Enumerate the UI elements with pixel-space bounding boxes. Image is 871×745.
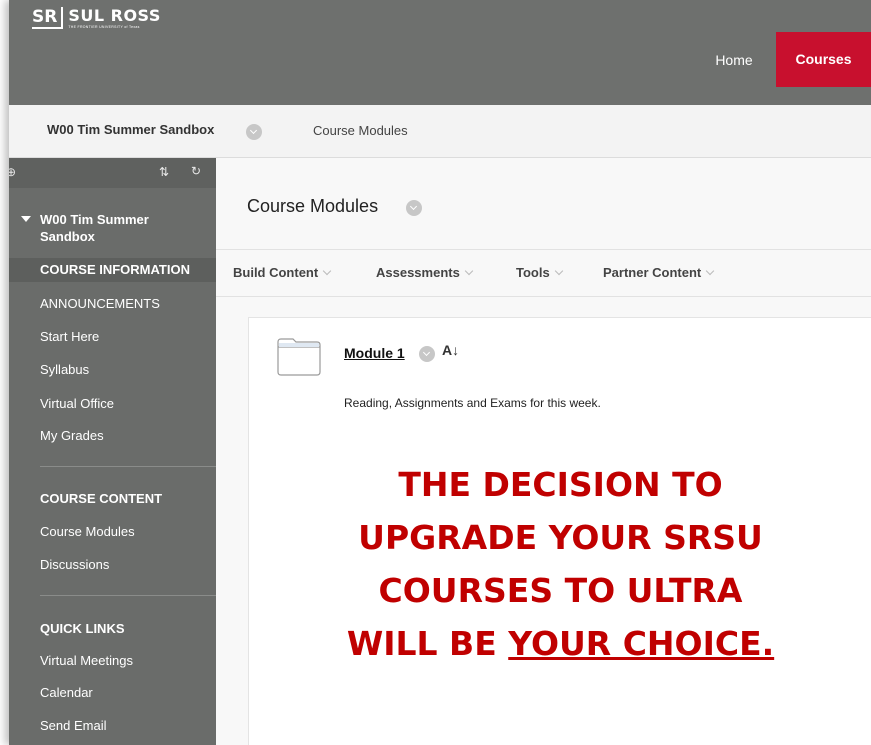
logo-name: SUL ROSS <box>68 6 161 25</box>
sidebar-item-calendar[interactable]: Calendar <box>40 685 93 700</box>
chevron-down-icon <box>464 266 474 276</box>
overlay-line-2: UPGRADE YOUR SRSU <box>358 518 763 557</box>
nav-home-link[interactable]: Home <box>701 45 767 75</box>
chevron-down-icon <box>705 266 715 276</box>
breadcrumb-menu-chevron-icon[interactable] <box>246 124 262 140</box>
sidebar-heading-course-information: COURSE INFORMATION <box>40 262 190 277</box>
action-bar: Build Content Assessments Tools Partner … <box>216 249 871 297</box>
assessments-label: Assessments <box>376 265 460 280</box>
build-content-label: Build Content <box>233 265 319 280</box>
breadcrumb: W00 Tim Summer Sandbox Course Modules <box>9 105 871 158</box>
logo-text: SUL ROSS THE FRONTIER UNIVERSITY of Texa… <box>68 7 161 30</box>
sidebar-divider <box>40 466 216 467</box>
nav-courses-tab[interactable]: Courses <box>776 32 871 87</box>
sidebar-item-send-email[interactable]: Send Email <box>40 718 106 733</box>
build-content-menu[interactable]: Build Content <box>233 265 332 280</box>
app-window: SR SUL ROSS THE FRONTIER UNIVERSITY of T… <box>9 0 871 745</box>
module-description: Reading, Assignments and Exams for this … <box>344 396 601 410</box>
accessibility-sort-icon[interactable]: A↓ <box>442 342 459 358</box>
folder-icon <box>277 338 321 376</box>
partner-content-menu[interactable]: Partner Content <box>603 265 715 280</box>
sidebar-heading-course-content: COURSE CONTENT <box>40 491 163 506</box>
module-menu-chevron-icon[interactable] <box>419 346 435 362</box>
overlay-line-1: THE DECISION TO <box>398 465 723 504</box>
top-bar: SR SUL ROSS THE FRONTIER UNIVERSITY of T… <box>9 0 871 105</box>
sidebar-course-title[interactable]: W00 Tim Summer Sandbox <box>40 211 200 245</box>
sidebar-item-virtual-meetings[interactable]: Virtual Meetings <box>40 653 133 668</box>
overlay-line-4-emphasis: YOUR CHOICE. <box>508 624 775 663</box>
main-content: Course Modules Build Content Assessments… <box>216 158 871 745</box>
logo-mark: SR <box>32 7 64 29</box>
course-menu-sidebar: ⊕ ⇅ ↻ W00 Tim Summer Sandbox COURSE INFO… <box>9 158 216 745</box>
breadcrumb-course-link[interactable]: W00 Tim Summer Sandbox <box>47 122 214 137</box>
sidebar-item-announcements[interactable]: ANNOUNCEMENTS <box>40 296 160 311</box>
module-1-link[interactable]: Module 1 <box>344 345 405 361</box>
university-logo[interactable]: SR SUL ROSS THE FRONTIER UNIVERSITY of T… <box>32 7 161 30</box>
sidebar-item-syllabus[interactable]: Syllabus <box>40 362 89 377</box>
sidebar-item-discussions[interactable]: Discussions <box>40 557 109 572</box>
breadcrumb-current-page: Course Modules <box>313 123 408 138</box>
overlay-line-4-prefix: WILL BE <box>346 624 509 663</box>
sidebar-heading-quick-links: QUICK LINKS <box>40 621 125 636</box>
partner-content-label: Partner Content <box>603 265 702 280</box>
tools-label: Tools <box>516 265 550 280</box>
chevron-down-icon <box>322 266 332 276</box>
reorder-icon[interactable]: ⇅ <box>159 165 169 179</box>
overlay-line-3: COURSES TO ULTRA <box>378 571 743 610</box>
tools-menu[interactable]: Tools <box>516 265 563 280</box>
refresh-icon[interactable]: ↻ <box>191 164 201 178</box>
logo-tagline: THE FRONTIER UNIVERSITY of Texas <box>68 25 140 29</box>
collapse-triangle-icon[interactable] <box>21 216 31 222</box>
overlay-line-4: WILL BE YOUR CHOICE. <box>249 617 871 670</box>
sidebar-toolbar: ⊕ ⇅ ↻ <box>9 158 216 188</box>
sidebar-item-start-here[interactable]: Start Here <box>40 329 99 344</box>
assessments-menu[interactable]: Assessments <box>376 265 474 280</box>
page-title-menu-chevron-icon[interactable] <box>406 200 422 216</box>
page-title: Course Modules <box>247 196 379 216</box>
add-menu-item-icon[interactable]: ⊕ <box>9 165 16 179</box>
announcement-overlay: THE DECISION TO UPGRADE YOUR SRSU COURSE… <box>249 458 871 670</box>
sidebar-divider <box>40 595 216 596</box>
sidebar-item-my-grades[interactable]: My Grades <box>40 428 104 443</box>
sidebar-item-course-modules[interactable]: Course Modules <box>40 524 135 539</box>
content-list: Module 1 A↓ Reading, Assignments and Exa… <box>248 317 871 745</box>
sidebar-item-virtual-office[interactable]: Virtual Office <box>40 396 114 411</box>
chevron-down-icon <box>554 266 563 276</box>
